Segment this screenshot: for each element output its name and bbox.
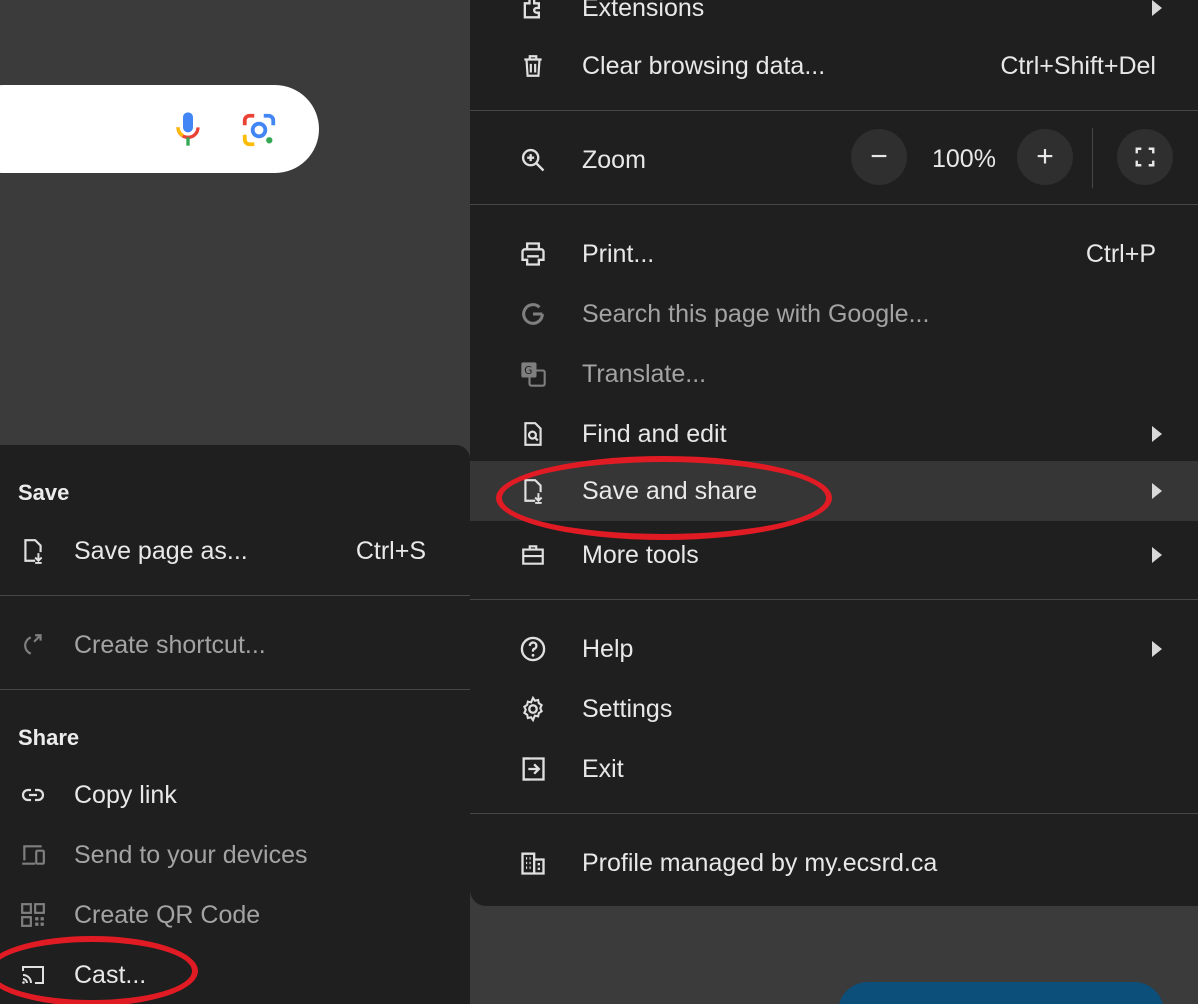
annotation-oval-save-and-share	[496, 456, 832, 540]
menu-item-zoom: Zoom	[470, 130, 1198, 190]
save-section-title: Save	[18, 480, 70, 505]
zoom-in-icon	[518, 145, 548, 175]
submenu-item-save-page-as[interactable]: Save page as... Ctrl+S	[0, 521, 470, 581]
extensions-label: Extensions	[582, 0, 705, 22]
screen: Extensions Clear browsing data... Ctrl+S…	[0, 0, 1198, 1004]
divider	[0, 689, 470, 690]
divider	[0, 595, 470, 596]
chrome-main-menu: Extensions Clear browsing data... Ctrl+S…	[470, 0, 1198, 906]
submenu-item-send-to-devices[interactable]: Send to your devices	[0, 825, 470, 885]
zoom-in-button[interactable]: +	[1017, 129, 1073, 185]
exit-icon	[518, 754, 548, 784]
chevron-right-icon	[1152, 641, 1162, 657]
microphone-icon[interactable]	[168, 109, 208, 149]
shortcut-arrow-icon	[18, 630, 48, 660]
profile-label: Profile managed by my.ecsrd.ca	[582, 848, 938, 877]
search-page-label: Search this page with Google...	[582, 299, 930, 328]
printer-icon	[518, 239, 548, 269]
share-section-title: Share	[18, 725, 80, 750]
menu-item-search-page-google[interactable]: Search this page with Google...	[470, 284, 1198, 344]
svg-text:G: G	[524, 365, 532, 377]
submenu-item-create-shortcut[interactable]: Create shortcut...	[0, 615, 470, 675]
chevron-right-icon	[1152, 426, 1162, 442]
save-page-label: Save page as...	[74, 536, 248, 565]
print-label: Print...	[582, 239, 655, 268]
annotation-oval-cast	[0, 936, 198, 1004]
zoom-out-button[interactable]: −	[851, 129, 907, 185]
divider	[470, 599, 1198, 600]
clear-browsing-shortcut: Ctrl+Shift+Del	[1000, 51, 1156, 80]
submenu-item-copy-link[interactable]: Copy link	[0, 765, 470, 825]
find-document-icon	[518, 419, 548, 449]
menu-item-exit[interactable]: Exit	[470, 739, 1198, 799]
clear-browsing-label: Clear browsing data...	[582, 51, 826, 80]
create-shortcut-label: Create shortcut...	[74, 630, 266, 659]
save-page-shortcut: Ctrl+S	[355, 536, 426, 565]
help-icon	[518, 634, 548, 664]
puzzle-icon	[518, 0, 548, 23]
translate-label: Translate...	[582, 359, 707, 388]
divider	[470, 110, 1198, 111]
chevron-right-icon	[1152, 483, 1162, 499]
translate-icon: G	[518, 359, 548, 389]
minus-icon: −	[870, 140, 888, 173]
print-shortcut: Ctrl+P	[1085, 239, 1156, 268]
zoom-separator	[1092, 128, 1093, 188]
divider	[470, 204, 1198, 205]
exit-label: Exit	[582, 754, 624, 783]
more-tools-label: More tools	[582, 540, 699, 569]
menu-item-clear-browsing-data[interactable]: Clear browsing data... Ctrl+Shift+Del	[470, 36, 1198, 96]
qr-code-icon	[18, 900, 48, 930]
menu-item-help[interactable]: Help	[470, 619, 1198, 679]
menu-item-profile-managed[interactable]: Profile managed by my.ecsrd.ca	[470, 833, 1198, 893]
save-and-share-submenu: Save Save page as... Ctrl+S Create short…	[0, 445, 470, 1004]
find-edit-label: Find and edit	[582, 419, 727, 448]
plus-icon: +	[1036, 140, 1054, 173]
toolbox-icon	[518, 540, 548, 570]
devices-icon	[18, 840, 48, 870]
divider	[470, 813, 1198, 814]
menu-item-print[interactable]: Print... Ctrl+P	[470, 224, 1198, 284]
search-box[interactable]	[0, 85, 319, 173]
gear-icon	[518, 694, 548, 724]
menu-item-settings[interactable]: Settings	[470, 679, 1198, 739]
fullscreen-button[interactable]	[1117, 129, 1173, 185]
chevron-right-icon	[1152, 547, 1162, 563]
save-document-icon	[18, 536, 48, 566]
menu-item-extensions[interactable]: Extensions	[470, 0, 1198, 38]
qr-code-label: Create QR Code	[74, 900, 261, 929]
chevron-right-icon	[1152, 0, 1162, 16]
menu-item-translate[interactable]: G Translate...	[470, 344, 1198, 404]
trash-icon	[518, 51, 548, 81]
fullscreen-icon	[1134, 146, 1156, 168]
help-label: Help	[582, 634, 634, 663]
link-icon	[18, 780, 48, 810]
send-devices-label: Send to your devices	[74, 840, 308, 869]
zoom-level: 100%	[932, 145, 996, 173]
zoom-label: Zoom	[582, 145, 646, 174]
copy-link-label: Copy link	[74, 780, 177, 809]
google-lens-icon[interactable]	[240, 111, 278, 149]
blue-button-fragment[interactable]	[838, 982, 1164, 1004]
settings-label: Settings	[582, 694, 673, 723]
google-g-icon	[518, 299, 548, 329]
building-icon	[518, 848, 548, 878]
menu-item-find-and-edit[interactable]: Find and edit	[470, 404, 1198, 464]
